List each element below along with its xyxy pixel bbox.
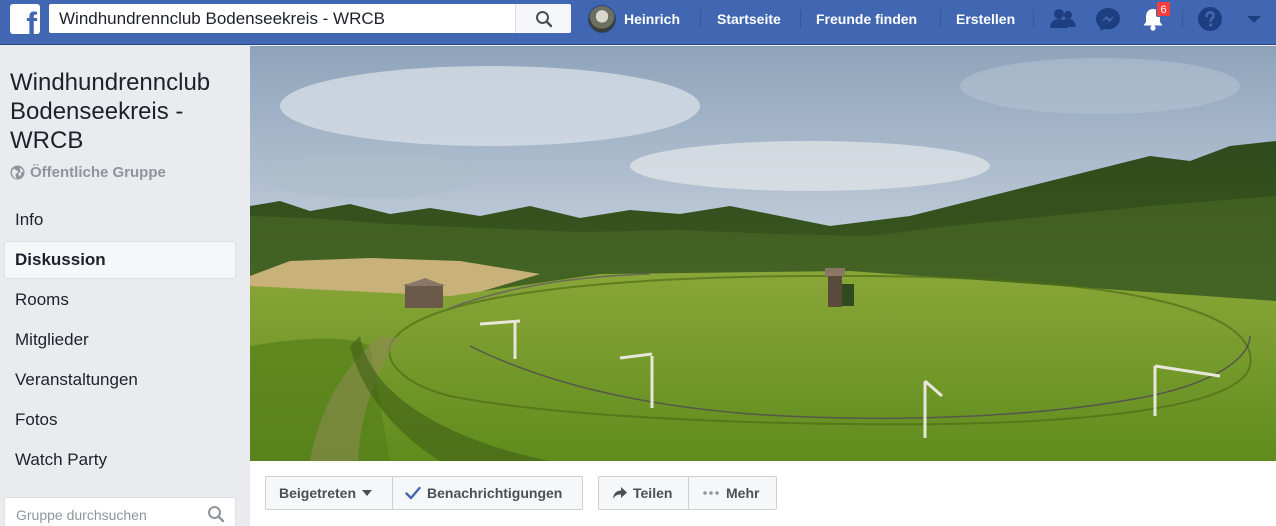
nav-home-link[interactable]: Startseite [717, 11, 781, 27]
profile-link[interactable]: Heinrich [588, 4, 680, 34]
sidebar-item-events[interactable]: Veranstaltungen [4, 361, 236, 399]
nav-divider [940, 10, 941, 28]
group-sidebar: Windhundrennclub Bodenseekreis - WRCB Öf… [0, 46, 249, 526]
group-privacy: Öffentliche Gruppe [10, 164, 166, 181]
notifications-badge: 6 [1156, 1, 1171, 17]
share-label: Teilen [633, 485, 673, 501]
chevron-down-icon [362, 490, 373, 496]
sidebar-item-rooms[interactable]: Rooms [4, 281, 236, 319]
share-button[interactable]: Teilen [598, 476, 689, 510]
search-input[interactable]: Windhundrennclub Bodenseekreis - WRCB [48, 3, 572, 34]
cover-photo-image [250, 46, 1276, 461]
group-cover-photo[interactable] [250, 46, 1276, 461]
nav-divider [1033, 10, 1034, 28]
search-button[interactable] [515, 4, 571, 33]
nav-create-link[interactable]: Erstellen [956, 11, 1015, 27]
nav-divider [700, 10, 701, 28]
group-privacy-label: Öffentliche Gruppe [30, 164, 166, 181]
notifications-button[interactable]: Benachrichtigungen [392, 476, 583, 510]
checkmark-icon [405, 486, 421, 500]
help-icon[interactable] [1196, 6, 1224, 32]
sidebar-item-watch-party[interactable]: Watch Party [4, 441, 236, 479]
more-label: Mehr [726, 485, 760, 501]
globe-icon [10, 165, 25, 180]
facebook-logo-icon[interactable]: f [10, 4, 40, 34]
profile-name: Heinrich [624, 11, 681, 27]
sidebar-item-photos[interactable]: Fotos [4, 401, 236, 439]
sidebar-item-members[interactable]: Mitglieder [4, 321, 236, 359]
more-button[interactable]: Mehr [688, 476, 777, 510]
friend-requests-icon[interactable] [1049, 6, 1077, 32]
dropdown-arrow-icon[interactable] [1240, 6, 1268, 32]
messenger-icon[interactable] [1094, 6, 1122, 32]
search-input-value: Windhundrennclub Bodenseekreis - WRCB [59, 9, 385, 28]
notifications-label: Benachrichtigungen [427, 485, 563, 501]
more-dots-icon [703, 491, 719, 495]
logo-letter: f [26, 6, 37, 34]
nav-divider [1182, 10, 1183, 28]
sidebar-nav: Info Diskussion Rooms Mitglieder Veranst… [4, 201, 236, 481]
group-search-placeholder: Gruppe durchsuchen [16, 507, 147, 523]
search-icon[interactable] [207, 505, 225, 523]
group-title[interactable]: Windhundrennclub Bodenseekreis - WRCB [10, 68, 240, 155]
sidebar-item-discussion[interactable]: Diskussion [4, 241, 236, 279]
avatar [588, 5, 616, 33]
joined-label: Beigetreten [279, 485, 357, 501]
top-navigation-bar: f Windhundrennclub Bodenseekreis - WRCB … [0, 0, 1276, 45]
sidebar-item-info[interactable]: Info [4, 201, 236, 239]
group-search-input[interactable]: Gruppe durchsuchen [4, 497, 236, 526]
nav-find-friends-link[interactable]: Freunde finden [816, 11, 917, 27]
nav-divider [800, 10, 801, 28]
search-icon [536, 11, 553, 28]
share-arrow-icon [613, 487, 627, 499]
group-action-bar: Beigetreten Benachrichtigungen Teilen Me… [250, 461, 1276, 526]
joined-button[interactable]: Beigetreten [265, 476, 393, 510]
